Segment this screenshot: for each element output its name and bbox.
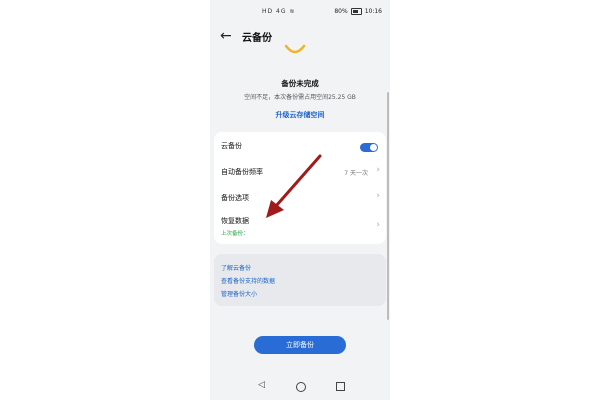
status-bar: HD 4G ≋ 80% 10:16 [210, 6, 390, 20]
signal-icons: HD 4G ≋ [262, 8, 296, 15]
learn-cloud-backup-link[interactable]: 了解云备份 [221, 263, 251, 272]
backup-options-label: 备份选项 [221, 194, 249, 202]
arrow-left-icon[interactable]: ← [220, 28, 232, 44]
chevron-right-icon: › [376, 191, 380, 201]
auto-frequency-label: 自动备份频率 [221, 168, 263, 176]
cloud-backup-toggle[interactable] [360, 143, 378, 152]
backup-options-row[interactable]: 备份选项 › [214, 186, 386, 210]
backup-status-subtitle: 空间不足，本次备份需占用空间25.25 GB [244, 94, 356, 101]
smile-illustration-icon [284, 44, 306, 54]
info-card: 了解云备份 查看备份支持的数据 管理备份大小 [214, 254, 386, 306]
page-title: 云备份 [242, 33, 272, 44]
clock: 10:16 [364, 8, 382, 15]
chevron-right-icon: › [376, 165, 380, 175]
backup-status-title: 备份未完成 [281, 79, 319, 88]
status-right: 80% 10:16 [334, 8, 382, 15]
manage-backup-size-link[interactable]: 管理备份大小 [221, 289, 257, 298]
battery-icon [350, 8, 362, 15]
scrollbar[interactable] [387, 92, 389, 320]
settings-card: 云备份 自动备份频率 7 天一次 › 备份选项 › 恢复数据 上次备份： › [214, 132, 386, 244]
chevron-right-icon: › [376, 220, 380, 230]
backup-now-button[interactable]: 立即备份 [254, 336, 346, 354]
cloud-backup-row: 云备份 [214, 134, 386, 158]
supported-data-link[interactable]: 查看备份支持的数据 [221, 276, 275, 285]
cloud-backup-label: 云备份 [221, 142, 242, 150]
nav-back-icon[interactable]: ◁ [258, 380, 265, 390]
auto-frequency-row[interactable]: 自动备份频率 7 天一次 › [214, 160, 386, 184]
phone-screen: HD 4G ≋ 80% 10:16 ← 云备份 备份未完成 空间不足，本次备份需… [210, 0, 390, 400]
restore-data-label: 恢复数据 [221, 217, 249, 225]
system-nav-bar: ◁ [210, 378, 390, 398]
battery-percent: 80% [334, 8, 348, 15]
auto-frequency-value: 7 天一次 [344, 170, 368, 177]
upgrade-storage-link[interactable]: 升级云存储空间 [210, 110, 390, 120]
nav-recents-icon[interactable] [336, 382, 345, 391]
nav-home-icon[interactable] [296, 382, 306, 392]
last-backup-label: 上次备份： [221, 231, 249, 237]
restore-data-row[interactable]: 恢复数据 上次备份： › [214, 212, 386, 242]
